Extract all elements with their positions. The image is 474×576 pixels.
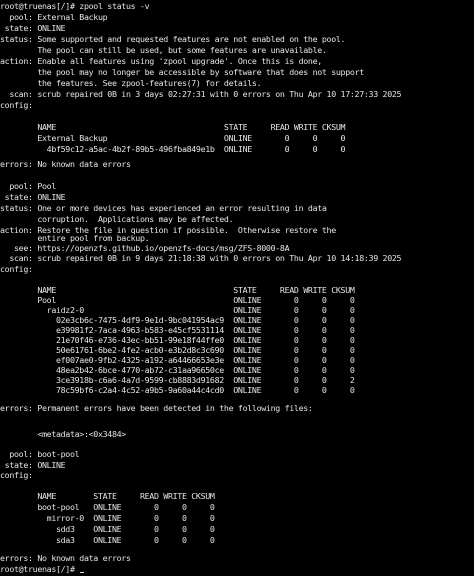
terminal-line: scan: scrub repaired 0B in 9 days 21:18:… <box>0 253 402 263</box>
terminal-line: the features. See zpool-features(7) for … <box>0 78 262 88</box>
terminal-line: state: ONLINE <box>0 192 66 202</box>
terminal-line: 4bf59c12-a5ac-4b2f-89b5-496fba849e1b ONL… <box>0 144 346 154</box>
terminal-line: status: One or more devices has experien… <box>0 203 327 213</box>
terminal-line: <metadata>:<0x3484> <box>0 429 126 439</box>
terminal-line: scan: scrub repaired 0B in 3 days 02:27:… <box>0 89 402 99</box>
terminal-line: sdd3 ONLINE 0 0 0 <box>0 524 215 534</box>
terminal-line: errors: No known data errors <box>0 159 131 169</box>
terminal-window[interactable]: root@truenas[/]# zpool status -v pool: E… <box>0 0 474 576</box>
terminal-prompt: root@truenas[/]# <box>0 564 80 574</box>
terminal-line: NAME STATE READ WRITE CKSUM <box>0 122 346 132</box>
terminal-prompt-line[interactable]: root@truenas[/]# <box>0 564 85 575</box>
terminal-line: sda3 ONLINE 0 0 0 <box>0 535 215 545</box>
terminal-line: config: <box>0 470 33 480</box>
terminal-line: errors: No known data errors <box>0 553 131 563</box>
terminal-line: action: Enable all features using 'zpool… <box>0 56 322 66</box>
terminal-line-prompt-command: root@truenas[/]# zpool status -v <box>0 1 150 11</box>
terminal-line: pool: Pool <box>0 181 56 191</box>
terminal-line: config: <box>0 100 33 110</box>
terminal-line: 78c59bf6-c2a4-4c52-a9b5-9a60a44c4cd0 ONL… <box>0 385 355 395</box>
cursor-icon <box>80 571 85 573</box>
terminal-line: External Backup ONLINE 0 0 0 <box>0 133 346 143</box>
terminal-line: pool: boot-pool <box>0 449 80 459</box>
terminal-line: pool: External Backup <box>0 12 108 22</box>
terminal-line: mirror-0 ONLINE 0 0 0 <box>0 513 215 523</box>
terminal-line: state: ONLINE <box>0 23 66 33</box>
terminal-line: config: <box>0 264 33 274</box>
terminal-line: corruption. Applications may be affected… <box>0 214 234 224</box>
terminal-line: the pool may no longer be accessible by … <box>0 67 364 77</box>
terminal-line: status: Some supported and requested fea… <box>0 34 346 44</box>
terminal-line: The pool can still be used, but some fea… <box>0 45 327 55</box>
terminal-line: NAME STATE READ WRITE CKSUM <box>0 491 215 501</box>
terminal-line: errors: Permanent errors have been detec… <box>0 403 313 413</box>
terminal-line: boot-pool ONLINE 0 0 0 <box>0 502 215 512</box>
